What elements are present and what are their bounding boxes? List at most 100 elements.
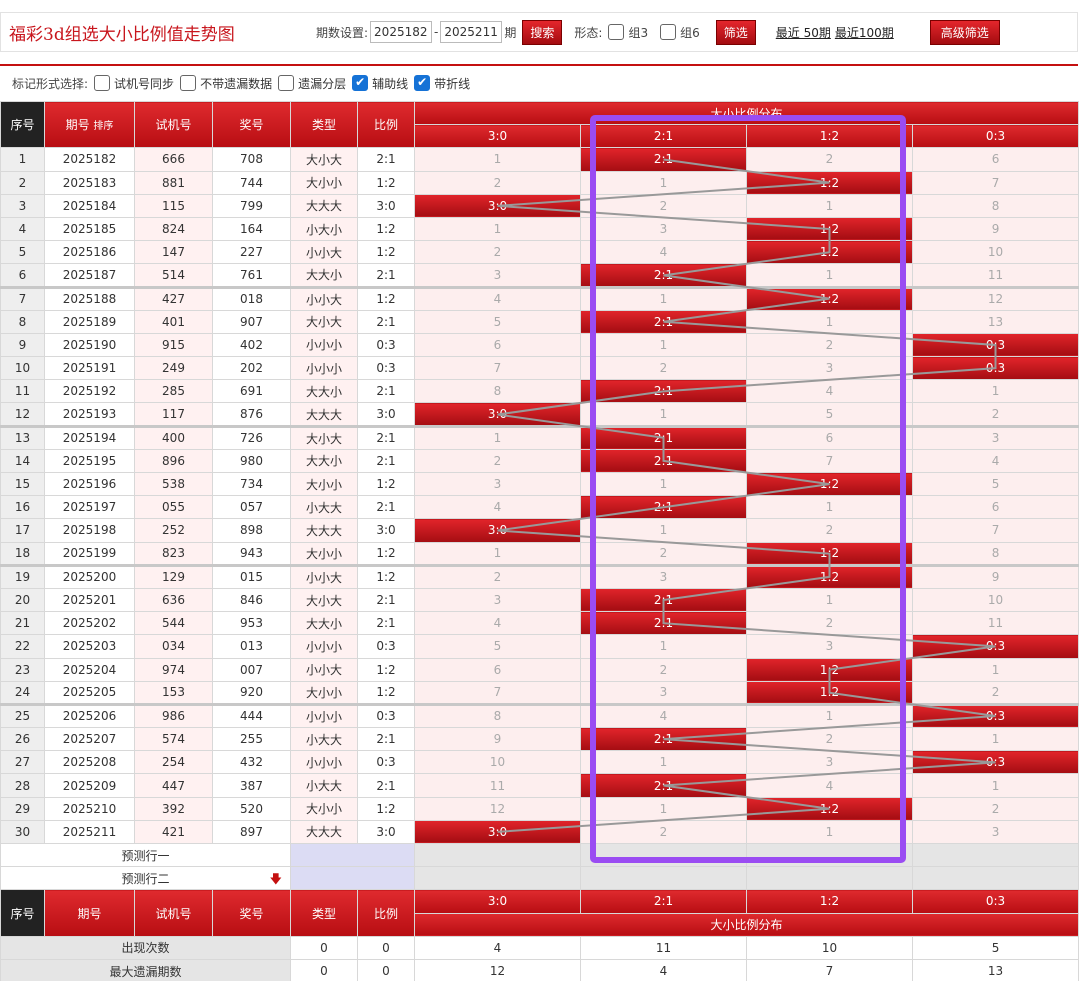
predict-cell[interactable] bbox=[911, 842, 1080, 868]
polyline-checkbox[interactable] bbox=[414, 75, 431, 91]
miss-cell: 5 bbox=[414, 309, 581, 334]
sort-toggle[interactable]: 排序 bbox=[93, 121, 113, 132]
miss-cell: 5 bbox=[746, 402, 913, 427]
table-row: 4 2025185 824 164 小大小 1:2 1 3 1:2 9 bbox=[0, 216, 1080, 242]
cell-type: 小小小 bbox=[290, 332, 358, 358]
cell-win: 013 bbox=[212, 634, 291, 659]
miss-cell: 2 bbox=[746, 332, 913, 358]
predict-cell[interactable] bbox=[414, 842, 581, 868]
cell-win: 898 bbox=[212, 518, 291, 543]
test-sync-checkbox[interactable] bbox=[94, 75, 111, 91]
cell-win: 876 bbox=[212, 402, 291, 427]
cell-type: 大大大 bbox=[290, 402, 358, 427]
cell-issue: 2025207 bbox=[44, 727, 135, 752]
miss-cell: 1 bbox=[580, 471, 747, 497]
hit-cell: 3:0 bbox=[414, 402, 581, 427]
cell-test: 427 bbox=[134, 285, 213, 311]
predict-row[interactable]: 预测行二 🡇 bbox=[0, 866, 1080, 891]
aux-line-checkbox[interactable] bbox=[352, 75, 369, 91]
cell-issue: 2025211 bbox=[44, 819, 135, 845]
cell-test: 986 bbox=[134, 702, 213, 729]
hit-cell: 0:3 bbox=[911, 702, 1080, 729]
predict-cell[interactable] bbox=[414, 866, 581, 891]
table-row: 23 2025204 974 007 小小大 1:2 6 2 1:2 1 bbox=[0, 657, 1080, 682]
miss-cell: 2 bbox=[746, 727, 913, 752]
cell-test: 666 bbox=[134, 147, 213, 172]
hit-cell: 1:2 bbox=[746, 216, 913, 242]
hit-cell: 1:2 bbox=[746, 285, 913, 311]
miss-cell: 6 bbox=[414, 332, 581, 358]
col-ratio-header: 比例 bbox=[357, 100, 415, 149]
miss-cell: 1 bbox=[414, 216, 581, 242]
cell-test: 538 bbox=[134, 471, 213, 497]
col-win-header: 奖号 bbox=[212, 100, 291, 149]
hit-cell: 3:0 bbox=[414, 819, 581, 845]
period-from-input[interactable] bbox=[370, 21, 433, 43]
cell-win: 520 bbox=[212, 796, 291, 821]
miss-cell: 6 bbox=[746, 424, 913, 450]
missing-layer-checkbox[interactable] bbox=[278, 75, 295, 91]
predict-cell[interactable] bbox=[911, 866, 1080, 891]
stats-type: 0 bbox=[290, 935, 358, 960]
cell-seq: 21 bbox=[0, 611, 45, 636]
stats-label: 最大遗漏期数 bbox=[0, 958, 291, 981]
cell-seq: 12 bbox=[0, 402, 45, 427]
cell-win: 402 bbox=[212, 332, 291, 358]
predict-cell[interactable] bbox=[746, 866, 913, 891]
recent-50-link[interactable]: 最近 50期 bbox=[776, 24, 831, 41]
miss-cell: 1 bbox=[746, 819, 913, 845]
cell-type: 小小大 bbox=[290, 563, 358, 589]
g6-checkbox[interactable] bbox=[660, 24, 677, 40]
predict-label: 预测行一 bbox=[0, 842, 291, 868]
predict-cell[interactable] bbox=[746, 842, 913, 868]
cell-test: 129 bbox=[134, 563, 213, 589]
miss-cell: 4 bbox=[746, 773, 913, 798]
cell-ratio: 1:2 bbox=[357, 563, 415, 589]
cell-ratio: 0:3 bbox=[357, 356, 415, 381]
table-row: 26 2025207 574 255 小大大 2:1 9 2:1 2 1 bbox=[0, 727, 1080, 752]
table-row: 10 2025191 249 202 小小小 0:3 7 2 3 0:3 bbox=[0, 356, 1080, 381]
predict-input[interactable] bbox=[290, 866, 415, 891]
predict-row[interactable]: 预测行一 bbox=[0, 842, 1080, 868]
cell-seq: 7 bbox=[0, 285, 45, 311]
cell-win: 744 bbox=[212, 170, 291, 195]
cat-header-0-3: 0:3 bbox=[911, 124, 1080, 149]
cell-seq: 13 bbox=[0, 424, 45, 450]
polyline-label: 带折线 bbox=[434, 76, 471, 91]
marker-options-bar: 标记形式选择: 试机号同步 不带遗漏数据 遗漏分层 辅助线 带折线 bbox=[0, 64, 1078, 100]
cell-ratio: 2:1 bbox=[357, 379, 415, 404]
stats-value: 4 bbox=[580, 958, 747, 981]
cell-issue: 2025205 bbox=[44, 680, 135, 705]
miss-cell: 3 bbox=[911, 424, 1080, 450]
recent-100-link[interactable]: 最近100期 bbox=[835, 24, 894, 41]
miss-cell: 3 bbox=[414, 587, 581, 613]
predict-input[interactable] bbox=[290, 842, 415, 868]
footer-cat-3-0: 3:0 bbox=[414, 889, 581, 914]
cell-seq: 23 bbox=[0, 657, 45, 682]
hit-cell: 0:3 bbox=[911, 634, 1080, 659]
page-title: 福彩3d组选大小比例值走势图 bbox=[9, 24, 235, 45]
miss-cell: 1 bbox=[746, 587, 913, 613]
filter-button[interactable]: 筛选 bbox=[715, 19, 756, 45]
cell-ratio: 1:2 bbox=[357, 240, 415, 265]
no-missing-checkbox[interactable] bbox=[180, 75, 197, 91]
cell-type: 大大大 bbox=[290, 518, 358, 543]
period-to-input[interactable] bbox=[440, 21, 503, 43]
arrow-down-icon[interactable]: 🡇 bbox=[270, 870, 282, 889]
col-issue-header[interactable]: 期号 排序 bbox=[44, 100, 135, 149]
search-button[interactable]: 搜索 bbox=[522, 19, 563, 45]
cell-ratio: 1:2 bbox=[357, 285, 415, 311]
predict-cell[interactable] bbox=[580, 866, 747, 891]
test-sync-label: 试机号同步 bbox=[114, 76, 175, 91]
cell-win: 734 bbox=[212, 471, 291, 497]
advanced-filter-button[interactable]: 高级筛选 bbox=[929, 19, 1000, 45]
cell-type: 大小大 bbox=[290, 424, 358, 450]
cell-seq: 17 bbox=[0, 518, 45, 543]
g3-checkbox[interactable] bbox=[608, 24, 625, 40]
cell-test: 636 bbox=[134, 587, 213, 613]
miss-cell: 7 bbox=[911, 518, 1080, 543]
table-row: 24 2025205 153 920 大小小 1:2 7 3 1:2 2 bbox=[0, 680, 1080, 705]
miss-cell: 2 bbox=[580, 541, 747, 566]
predict-cell[interactable] bbox=[580, 842, 747, 868]
cell-issue: 2025202 bbox=[44, 611, 135, 636]
